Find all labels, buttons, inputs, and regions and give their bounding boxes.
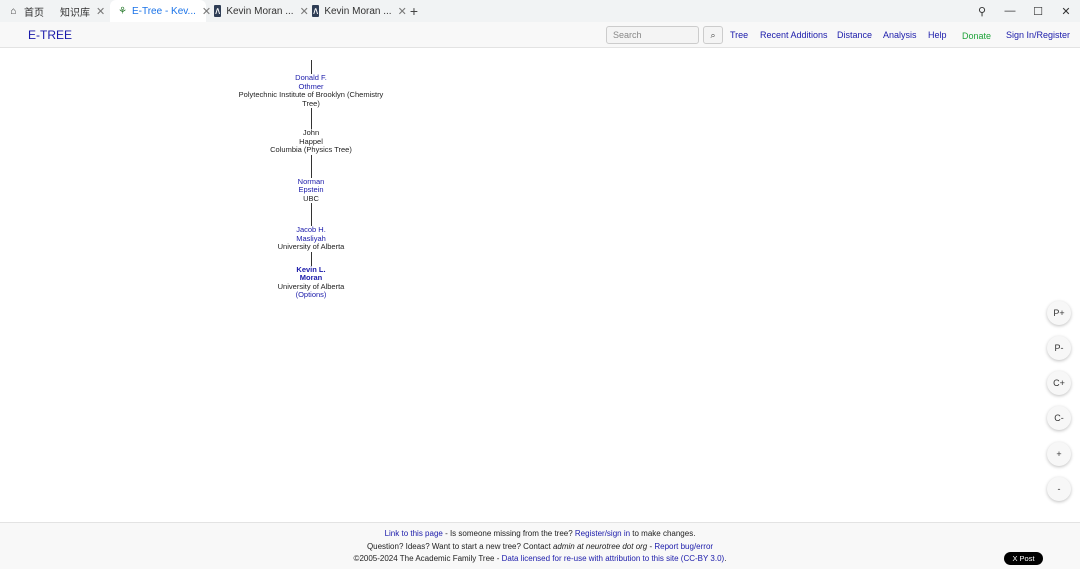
nav-recent-additions[interactable]: Recent Additions bbox=[760, 30, 828, 40]
person-link-othmer[interactable]: Donald F. Othmer bbox=[230, 73, 392, 91]
site-footer: Link to this page - Is someone missing f… bbox=[0, 522, 1080, 569]
close-window-button[interactable]: ✕ bbox=[1052, 5, 1080, 18]
parents-plus-button[interactable]: P+ bbox=[1047, 301, 1071, 325]
children-plus-button[interactable]: C+ bbox=[1047, 371, 1071, 395]
tree-node-epstein: Norman Epstein UBC bbox=[230, 177, 392, 204]
tree-connector bbox=[310, 203, 312, 226]
institution-label: UBC bbox=[303, 193, 319, 203]
search-input[interactable] bbox=[606, 26, 699, 44]
site-brand[interactable]: E-TREE bbox=[28, 28, 72, 42]
etree-favicon-icon: ⚘ bbox=[118, 5, 127, 17]
tab-home[interactable]: ⌂ 首页 bbox=[0, 0, 52, 22]
tree-connector bbox=[310, 154, 312, 178]
parents-minus-button[interactable]: P- bbox=[1047, 336, 1071, 360]
tab-knowledge-base[interactable]: 知识库 ✕ bbox=[52, 0, 110, 22]
register-link[interactable]: Register/sign in bbox=[575, 529, 630, 538]
x-post-button[interactable]: X Post bbox=[1004, 552, 1043, 565]
footer-line-2: Question? Ideas? Want to start a new tre… bbox=[366, 541, 714, 551]
tree-node-happel: John Happel Columbia (Physics Tree) bbox=[230, 128, 392, 155]
lineage-tree: Donald F. Othmer Polytechnic Institute o… bbox=[230, 60, 392, 300]
search-button[interactable]: ⌕ bbox=[703, 26, 723, 44]
institution-label: Columbia (Physics Tree) bbox=[270, 145, 352, 154]
tree-connector bbox=[310, 108, 312, 129]
nav-analysis[interactable]: Analysis bbox=[883, 30, 917, 40]
footer-line-1: Link to this page - Is someone missing f… bbox=[384, 529, 696, 538]
home-icon: ⌂ bbox=[10, 5, 17, 17]
person-link-epstein[interactable]: Norman Epstein bbox=[230, 177, 392, 195]
nav-distance[interactable]: Distance bbox=[837, 30, 872, 40]
tab-label: Kevin Moran ... bbox=[324, 5, 392, 17]
options-link[interactable]: (Options) bbox=[230, 290, 392, 300]
nav-help[interactable]: Help bbox=[928, 30, 947, 40]
km-favicon-icon: ∧ bbox=[312, 5, 320, 17]
institution-label: Polytechnic Institute of Brooklyn (Chemi… bbox=[238, 90, 384, 108]
tree-node-othmer: Donald F. Othmer Polytechnic Institute o… bbox=[230, 73, 392, 108]
nav-donate[interactable]: Donate bbox=[962, 31, 991, 41]
tree-connector bbox=[310, 60, 312, 74]
children-minus-button[interactable]: C- bbox=[1047, 406, 1071, 430]
km-favicon-icon: ∧ bbox=[214, 5, 222, 17]
tree-node-moran: Kevin L. Moran University of Alberta (Op… bbox=[230, 265, 392, 300]
institution-label: University of Alberta bbox=[277, 242, 345, 251]
site-header: E-TREE ⌕ Tree Recent Additions Distance … bbox=[0, 22, 1080, 48]
minimize-button[interactable]: — bbox=[996, 5, 1024, 17]
tab-label: Kevin Moran ... bbox=[226, 5, 294, 17]
close-icon[interactable]: ✕ bbox=[398, 5, 407, 18]
tree-node-masliyah: Jacob H. Masliyah University of Alberta bbox=[230, 225, 392, 252]
nav-sign-in[interactable]: Sign In/Register bbox=[1006, 30, 1070, 40]
maximize-button[interactable]: ☐ bbox=[1024, 5, 1052, 18]
zoom-in-button[interactable]: + bbox=[1047, 442, 1071, 466]
person-link-masliyah[interactable]: Jacob H. Masliyah bbox=[230, 225, 392, 243]
tree-connector bbox=[310, 251, 312, 266]
pin-icon[interactable]: ⚲ bbox=[968, 5, 996, 18]
nav-tree[interactable]: Tree bbox=[730, 30, 748, 40]
tab-label: 首页 bbox=[24, 7, 44, 19]
close-icon[interactable]: ✕ bbox=[96, 5, 105, 18]
zoom-out-button[interactable]: - bbox=[1047, 477, 1071, 501]
browser-tab-bar: ⌂ 首页 知识库 ✕ ⚘ E-Tree - Kev... ✕ ∧ Kevin M… bbox=[0, 0, 1080, 22]
tab-etree[interactable]: ⚘ E-Tree - Kev... ✕ bbox=[110, 0, 211, 22]
footer-line-3: ©2005-2024 The Academic Family Tree - Da… bbox=[353, 554, 727, 563]
contact-email: admin at neurotree dot org bbox=[552, 541, 648, 551]
search-icon: ⌕ bbox=[710, 29, 716, 40]
tab-label: 知识库 bbox=[60, 7, 90, 19]
report-bug-link[interactable]: Report bug/error bbox=[654, 542, 713, 551]
window-controls: ⚲ — ☐ ✕ bbox=[968, 0, 1080, 22]
tab-kevin-moran-1[interactable]: ∧ Kevin Moran ... ✕ bbox=[206, 0, 309, 22]
license-link[interactable]: Data licensed for re-use with attributio… bbox=[502, 554, 725, 563]
link-to-page[interactable]: Link to this page bbox=[385, 529, 443, 538]
tab-label: E-Tree - Kev... bbox=[131, 5, 196, 17]
tab-kevin-moran-2[interactable]: ∧ Kevin Moran ... ✕ bbox=[304, 0, 407, 22]
